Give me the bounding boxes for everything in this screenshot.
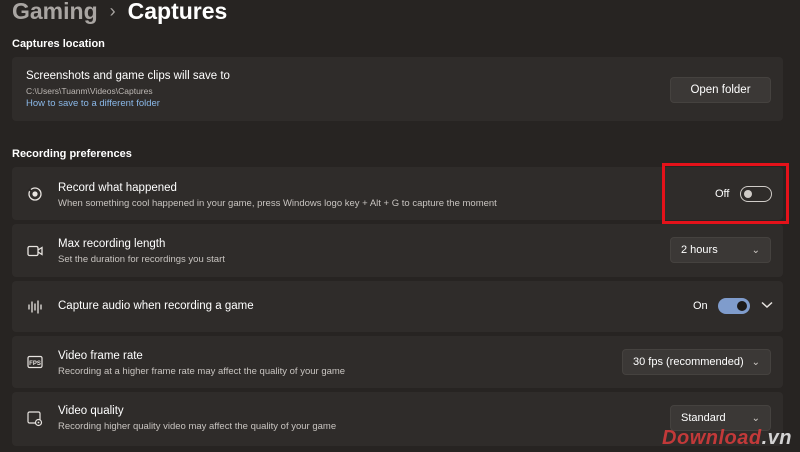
video-frame-rate-desc: Recording at a higher frame rate may aff… (58, 366, 346, 377)
capture-audio-toggle-state: On (693, 300, 708, 312)
record-what-happened-desc: When something cool happened in your gam… (58, 198, 497, 209)
change-folder-link[interactable]: How to save to a different folder (26, 98, 230, 109)
captures-location-card: Screenshots and game clips will save to … (12, 57, 783, 121)
video-settings-icon (26, 410, 44, 428)
breadcrumb-gaming[interactable]: Gaming (12, 0, 98, 28)
video-quality-title: Video quality (58, 405, 124, 417)
page-title: Captures (127, 0, 228, 24)
max-recording-length-title: Max recording length (58, 238, 166, 250)
highlight-box (662, 163, 789, 224)
video-frame-rate-title: Video frame rate (58, 350, 143, 362)
section-title-captures-location: Captures location (12, 38, 105, 50)
max-recording-length-card: Max recording length Set the duration fo… (12, 224, 783, 277)
section-title-recording-preferences: Recording preferences (12, 148, 132, 160)
capture-audio-card: Capture audio when recording a game On (12, 281, 783, 332)
captures-location-title: Screenshots and game clips will save to (26, 70, 230, 82)
max-recording-length-dropdown[interactable]: 2 hours ⌄ (670, 237, 771, 263)
svg-text:FPS: FPS (29, 361, 41, 367)
chevron-down-icon: ⌄ (751, 244, 760, 256)
expand-chevron-icon[interactable] (760, 298, 774, 312)
chevron-right-icon: › (109, 1, 116, 21)
video-quality-value: Standard (681, 412, 726, 424)
max-recording-length-desc: Set the duration for recordings you star… (58, 254, 225, 265)
capture-audio-title: Capture audio when recording a game (58, 300, 254, 312)
audio-wave-icon (26, 298, 44, 316)
breadcrumb: Gaming › Captures (12, 0, 227, 28)
chevron-down-icon: ⌄ (751, 356, 760, 368)
record-icon (26, 185, 44, 203)
chevron-down-icon: ⌄ (751, 412, 760, 424)
video-frame-rate-value: 30 fps (recommended) (633, 356, 744, 368)
capture-audio-toggle[interactable] (718, 298, 750, 314)
watermark-logo: Download.vn (662, 427, 792, 449)
open-folder-button[interactable]: Open folder (670, 77, 771, 103)
max-recording-length-value: 2 hours (681, 244, 718, 256)
captures-path: C:\Users\Tuanm\Videos\Captures (26, 86, 153, 96)
video-frame-rate-dropdown[interactable]: 30 fps (recommended) ⌄ (622, 349, 771, 375)
record-what-happened-title: Record what happened (58, 182, 177, 194)
video-camera-icon (26, 242, 44, 260)
video-frame-rate-card: FPS Video frame rate Recording at a high… (12, 336, 783, 388)
fps-icon: FPS (26, 353, 44, 371)
video-quality-desc: Recording higher quality video may affec… (58, 421, 337, 432)
